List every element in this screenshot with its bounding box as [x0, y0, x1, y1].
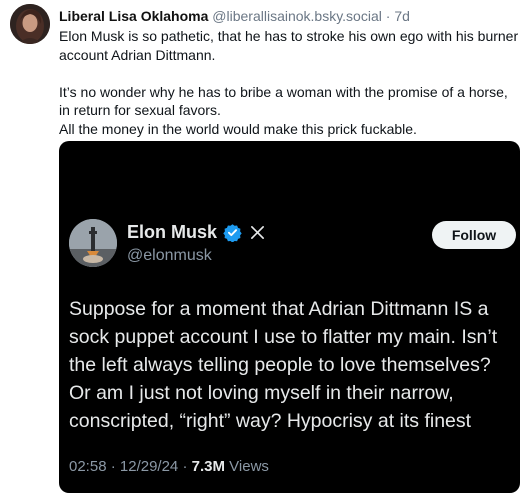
- post-header: Liberal Lisa Oklahoma @liberallisainok.b…: [59, 7, 410, 25]
- bluesky-post: Liberal Lisa Oklahoma @liberallisainok.b…: [0, 0, 527, 500]
- author-handle[interactable]: @liberallisainok.bsky.social: [212, 8, 382, 24]
- tweet-text-line: the left always telling people to love t…: [69, 354, 491, 376]
- tweet-time: 02:58: [69, 458, 107, 475]
- tweet-text-line: sock puppet account I use to flatter my …: [69, 326, 498, 348]
- post-body-line: All the money in the world would make th…: [59, 120, 417, 137]
- x-logo-icon: [250, 225, 265, 240]
- tweet-meta-separator: ·: [182, 458, 188, 475]
- tweet-author-handle: @elonmusk: [127, 247, 212, 264]
- follow-button: Follow: [432, 221, 516, 249]
- tweet-text: Suppose for a moment that Adrian Dittman…: [69, 295, 515, 435]
- tweet-views-count: 7.3M: [191, 458, 225, 475]
- tweet-text-line: Suppose for a moment that Adrian Dittman…: [69, 298, 489, 320]
- post-timestamp[interactable]: 7d: [394, 8, 410, 24]
- tweet-meta: 02:58 · 12/29/24 · 7.3M Views: [69, 457, 269, 477]
- tweet-author-name: Elon Musk: [127, 222, 218, 242]
- post-body-line: It’s no wonder why he has to bribe a wom…: [59, 83, 508, 119]
- header-separator: ·: [385, 8, 391, 24]
- embedded-tweet-screenshot[interactable]: Elon Musk @elonmusk Follow Suppose for a…: [59, 141, 520, 493]
- post-body-line: Elon Musk is so pathetic, that he has to…: [59, 28, 519, 63]
- tweet-name-row: Elon Musk: [127, 221, 265, 243]
- tweet-text-line: Or am I just not loving myself in their …: [69, 382, 454, 404]
- tweet-meta-separator: ·: [110, 458, 116, 475]
- tweet-date: 12/29/24: [119, 458, 179, 475]
- tweet-views-label: Views: [229, 458, 269, 475]
- author-name[interactable]: Liberal Lisa Oklahoma: [59, 8, 208, 24]
- tweet-text-line: conscripted, “right” way? Hypocrisy at i…: [69, 410, 472, 432]
- verified-badge-icon: [223, 223, 242, 243]
- tweet-author-avatar: [69, 219, 117, 267]
- author-avatar[interactable]: [10, 4, 50, 44]
- post-body: Elon Musk is so pathetic, that he has to…: [59, 27, 521, 138]
